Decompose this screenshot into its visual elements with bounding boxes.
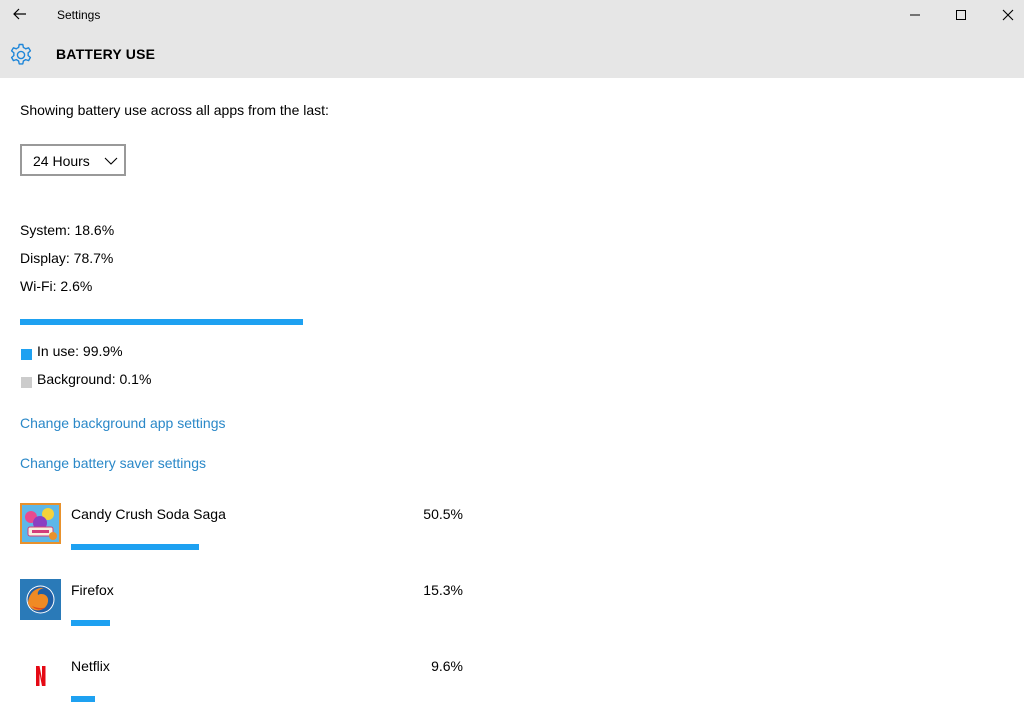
close-icon: [1002, 9, 1014, 21]
firefox-icon: [20, 579, 61, 620]
app-name: Firefox: [71, 582, 114, 598]
change-background-app-settings-link[interactable]: Change background app settings: [20, 415, 225, 431]
page-header: BATTERY USE: [0, 30, 1024, 78]
maximize-button[interactable]: [938, 0, 984, 30]
app-row-firefox[interactable]: Firefox 15.3%: [20, 579, 470, 649]
app-percent: 9.6%: [431, 658, 463, 674]
maximize-icon: [956, 10, 966, 20]
in-use-swatch: [21, 349, 32, 360]
title-bar: Settings: [0, 0, 1024, 30]
app-name: Netflix: [71, 658, 110, 674]
display-usage: Display: 78.7%: [20, 250, 114, 266]
background-label: Background: 0.1%: [37, 371, 152, 387]
period-selected-value: 24 Hours: [33, 153, 90, 169]
change-battery-saver-settings-link[interactable]: Change battery saver settings: [20, 455, 206, 471]
usage-bar-fill: [20, 319, 303, 325]
close-button[interactable]: [984, 0, 1024, 30]
app-percent: 15.3%: [423, 582, 463, 598]
app-usage-bar: [71, 620, 110, 626]
back-button[interactable]: [6, 3, 34, 27]
minimize-icon: [910, 14, 920, 16]
app-percent: 50.5%: [423, 506, 463, 522]
chevron-down-icon: [104, 157, 118, 165]
minimize-button[interactable]: [892, 0, 938, 30]
usage-bar: [20, 319, 303, 325]
system-usage: System: 18.6%: [20, 222, 115, 238]
app-row-candy-crush[interactable]: Candy Crush Soda Saga 50.5%: [20, 503, 470, 573]
netflix-icon: [20, 655, 61, 696]
back-arrow-icon: [13, 8, 26, 20]
gear-icon: [10, 43, 32, 65]
app-usage-bar: [71, 696, 95, 702]
period-dropdown[interactable]: 24 Hours: [20, 144, 126, 176]
in-use-label: In use: 99.9%: [37, 343, 123, 359]
app-name: Candy Crush Soda Saga: [71, 506, 226, 522]
wifi-usage: Wi-Fi: 2.6%: [20, 278, 93, 294]
background-swatch: [21, 377, 32, 388]
window-title: Settings: [57, 8, 101, 22]
intro-text: Showing battery use across all apps from…: [20, 102, 329, 118]
app-usage-bar: [71, 544, 199, 550]
app-row-netflix[interactable]: Netflix 9.6%: [20, 655, 470, 709]
page-title: BATTERY USE: [56, 46, 156, 62]
candy-crush-icon: [20, 503, 61, 544]
